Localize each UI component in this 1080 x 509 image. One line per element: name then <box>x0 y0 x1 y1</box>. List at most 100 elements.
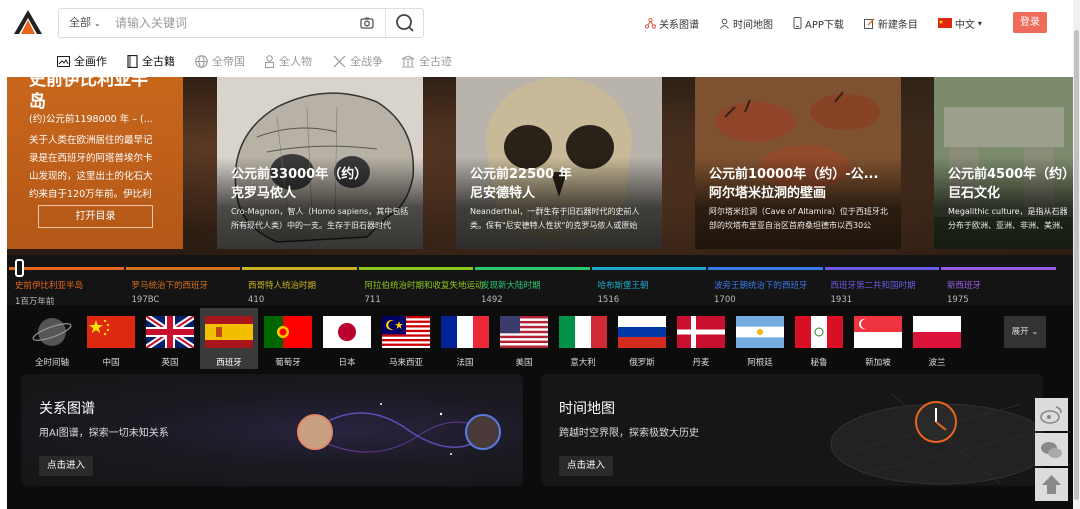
timeline-segment <box>708 267 823 270</box>
us-flag-icon <box>500 316 548 348</box>
language-select[interactable]: 中文 ▾ <box>937 16 982 31</box>
weibo-icon <box>1040 406 1062 424</box>
era-name: 波旁王朝统治下的西班牙 <box>714 281 808 291</box>
book-icon <box>127 54 138 68</box>
china-flag-icon <box>937 18 952 28</box>
era-name: 阿拉伯统治时期和收复失地运动 <box>364 281 484 291</box>
ru-flag-icon <box>618 316 666 348</box>
timeline-era[interactable]: 西哥特人统治时期 410 <box>248 279 316 305</box>
country-item[interactable]: 英国 <box>141 308 199 370</box>
enter-map-button[interactable]: 点击进入 <box>559 456 614 476</box>
category-books[interactable]: 全古籍 <box>127 53 175 69</box>
card-title: 阿尔塔米拉洞的壁画 <box>709 186 827 201</box>
weibo-button[interactable] <box>1035 398 1068 431</box>
link-timemap[interactable]: 时间地图 <box>719 16 773 31</box>
timeline-handle[interactable] <box>15 259 24 277</box>
timeline-era[interactable]: 阿拉伯统治时期和收复失地运动 711 <box>365 279 484 305</box>
era-year: 1516 <box>597 295 620 305</box>
edit-icon <box>863 18 875 29</box>
country-name: 英国 <box>161 358 179 368</box>
timeline-era[interactable]: 西班牙第二共和国时期 1931 <box>831 279 916 305</box>
card-title: 尼安德特人 <box>470 186 536 201</box>
painting-icon <box>57 55 70 67</box>
category-paintings[interactable]: 全画作 <box>57 53 107 69</box>
event-card-altamira[interactable]: 公元前10000年（约）-公... 阿尔塔米拉洞的壁画 阿尔塔米拉洞（Cave … <box>695 77 901 249</box>
card-title: 巨石文化 <box>948 186 1001 201</box>
country-item[interactable]: 日本 <box>318 308 376 370</box>
era-name: 西哥特人统治时期 <box>248 281 317 291</box>
era-name: 西班牙第二共和国时期 <box>830 281 916 291</box>
country-item[interactable]: 俄罗斯 <box>613 308 671 370</box>
search-divider <box>385 9 386 37</box>
category-label: 全人物 <box>279 55 312 68</box>
era-timeline: 史前伊比利亚半岛 1百万年前 罗马统治下的西班牙 197BC 西哥特人统治时期 410 阿拉… <box>7 255 1073 307</box>
country-item[interactable]: 意大利 <box>554 308 612 370</box>
my-flag-icon <box>382 316 430 348</box>
country-item[interactable]: 秘鲁 <box>790 308 848 370</box>
category-monuments[interactable]: 全古迹 <box>401 53 452 69</box>
category-label: 全战争 <box>350 55 383 68</box>
network-icon <box>645 17 656 29</box>
link-app[interactable]: APP下载 <box>793 16 844 31</box>
scrollbar[interactable] <box>1073 0 1080 509</box>
link-graph[interactable]: 关系图谱 <box>645 16 699 31</box>
link-graph-label: 关系图谱 <box>659 19 699 31</box>
country-item[interactable]: 美国 <box>495 308 553 370</box>
wechat-button[interactable] <box>1035 433 1068 466</box>
event-card-neanderthal[interactable]: 公元前22500 年 尼安德特人 Neanderthal，一群生存于旧石器时代的… <box>456 77 662 249</box>
gb-flag-icon <box>146 316 194 348</box>
timeline-era[interactable]: 史前伊比利亚半岛 1百万年前 <box>15 279 83 307</box>
hero-carousel: 史前伊比利亚半岛 (约)公元前1198000 年 – (... 关于人类在欧洲居… <box>7 77 1073 255</box>
country-item[interactable]: 中国 <box>82 308 140 370</box>
search-scope-select[interactable]: 全部 ⌄ <box>69 9 101 37</box>
scroll-thumb[interactable] <box>1074 30 1079 500</box>
category-label: 全画作 <box>74 55 107 68</box>
enter-graph-button[interactable]: 点击进入 <box>39 456 94 476</box>
open-catalog-button[interactable]: 打开目录 <box>38 205 153 228</box>
search-input[interactable] <box>115 13 351 33</box>
timeline-era[interactable]: 发现新大陆时期 1492 <box>481 279 541 305</box>
fr-flag-icon <box>441 316 489 348</box>
card-date: 公元前22500 年 <box>470 167 572 182</box>
back-to-top-button[interactable] <box>1035 468 1068 501</box>
timeline-era[interactable]: 罗马统治下的西班牙 197BC <box>132 279 209 305</box>
search-icon[interactable] <box>393 12 417 34</box>
era-year: 410 <box>248 295 265 305</box>
category-wars[interactable]: 全战争 <box>333 53 383 69</box>
country-item[interactable]: 阿根廷 <box>731 308 789 370</box>
card-date: 公元前4500年（约） <box>948 167 1073 182</box>
category-people[interactable]: 全人物 <box>264 53 312 69</box>
era-year: 1975 <box>947 295 969 305</box>
link-new-entry[interactable]: 新建条目 <box>863 16 918 31</box>
era-year: 197BC <box>131 295 160 305</box>
country-item[interactable]: 波兰 <box>908 308 966 370</box>
era-year: 1931 <box>830 295 853 305</box>
timeline-segment <box>358 267 473 270</box>
timeline-era[interactable]: 波旁王朝统治下的西班牙 1700 <box>714 279 808 305</box>
timeline-era[interactable]: 新西班牙 1975 <box>947 279 981 305</box>
era-name: 罗马统治下的西班牙 <box>131 281 209 291</box>
event-card-cromagnon[interactable]: 公元前33000年（约） 克罗马侬人 Cro-Magnon，智人（Homo sa… <box>217 77 423 249</box>
event-card-megalith[interactable]: 公元前4500年（约） 巨石文化 Megalithic culture，是指从石… <box>934 77 1073 249</box>
camera-icon[interactable] <box>359 15 375 31</box>
card-description: Neanderthal，一群生存于旧石器时代的史前人类。保有"尼安德特人性状"的… <box>470 207 640 230</box>
country-item[interactable]: 马来西亚 <box>377 308 435 370</box>
feature-description: 关于人类在欧洲居住的最早记录是在西班牙的阿塔普埃尔卡山发现的，这里出土的化石大约… <box>29 135 153 200</box>
era-name: 新西班牙 <box>947 281 982 291</box>
logo-icon[interactable] <box>12 8 44 36</box>
category-empires[interactable]: 全帝国 <box>195 53 245 69</box>
country-item[interactable]: 新加坡 <box>849 308 907 370</box>
country-item[interactable]: 法国 <box>436 308 494 370</box>
top-links: 关系图谱 时间地图 APP下载 新建条目 中文 ▾ <box>645 14 1002 32</box>
timeline-era[interactable]: 哈布斯堡王朝 1516 <box>598 279 649 305</box>
login-button[interactable]: 登录 <box>1013 12 1047 33</box>
country-item[interactable]: 丹麦 <box>672 308 730 370</box>
expand-button[interactable]: 展开 ⌄ <box>1004 316 1046 348</box>
timeline-segment <box>9 267 124 270</box>
country-item[interactable]: 葡萄牙 <box>259 308 317 370</box>
country-item[interactable]: 西班牙 <box>200 308 258 370</box>
country-item[interactable]: 全时间轴 <box>23 308 81 370</box>
chevron-down-icon: ⌄ <box>94 19 101 28</box>
phone-icon <box>793 17 802 29</box>
era-year: 1492 <box>481 295 503 305</box>
